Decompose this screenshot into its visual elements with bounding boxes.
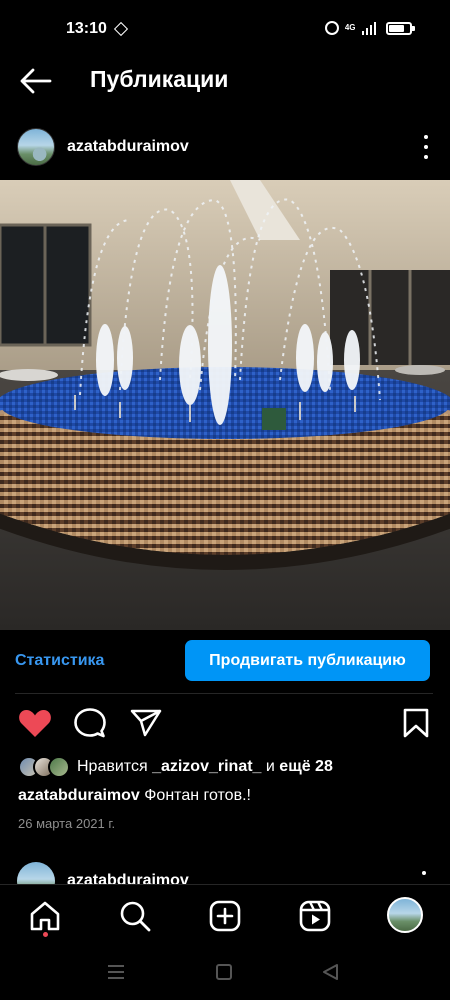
next-post-header: azatabduraimov [0, 862, 450, 884]
likes-prefix: Нравится [77, 758, 148, 775]
network-label: 4G [344, 23, 356, 32]
heart-filled-icon[interactable] [18, 708, 52, 743]
alarm-icon [324, 21, 339, 35]
caption: azatabduraimov Фонтан готов.! [18, 787, 251, 805]
divider [15, 693, 433, 694]
menu-icon[interactable] [107, 964, 125, 985]
post-username[interactable]: azatabduraimov [67, 138, 189, 156]
signal-icon [361, 21, 376, 35]
profile-avatar[interactable] [387, 897, 423, 933]
status-time: 13:10 [66, 20, 107, 37]
next-post-username[interactable]: azatabduraimov [67, 872, 189, 884]
avatar[interactable] [17, 128, 55, 166]
system-nav [0, 946, 450, 1000]
diamond-icon [113, 21, 129, 37]
promote-post-button[interactable]: Продвигать публикацию [185, 640, 430, 681]
more-vertical-icon[interactable] [422, 871, 426, 875]
reels-icon[interactable] [298, 899, 332, 933]
header: Публикации [0, 56, 450, 106]
home-icon[interactable] [28, 899, 62, 933]
avatar[interactable] [17, 862, 55, 884]
likes-rest[interactable]: ещё 28 [279, 758, 333, 775]
likes-middle: и [265, 758, 275, 775]
post-date: 26 марта 2021 г. [18, 816, 116, 831]
caption-username[interactable]: azatabduraimov [18, 787, 140, 804]
more-vertical-icon[interactable] [422, 135, 430, 159]
fountain-photo[interactable] [0, 180, 450, 630]
arrow-left-icon[interactable] [18, 66, 54, 96]
status-icons: 4G [324, 21, 415, 35]
page-title: Публикации [90, 66, 229, 92]
likes-text: Нравится _azizov_rinat_ и ещё 28 [77, 758, 333, 776]
notification-dot [43, 932, 48, 937]
bookmark-icon[interactable] [403, 708, 429, 743]
statistics-link[interactable]: Статистика [15, 652, 104, 670]
new-post-icon[interactable] [208, 899, 242, 933]
share-icon[interactable] [130, 709, 162, 742]
post-header: azatabduraimov [0, 124, 450, 170]
likes-row[interactable]: Нравится _azizov_rinat_ и ещё 28 [18, 754, 333, 780]
home-square-icon[interactable] [215, 964, 233, 985]
search-icon[interactable] [118, 899, 152, 933]
bottom-nav [0, 884, 450, 946]
comment-icon[interactable] [74, 708, 106, 743]
liker-avatar [48, 756, 70, 778]
status-bar: 13:10 4G [0, 0, 450, 56]
likes-user[interactable]: _azizov_rinat_ [152, 758, 261, 775]
battery-icon [386, 21, 415, 35]
back-triangle-icon[interactable] [322, 964, 340, 985]
battery-fill [389, 24, 404, 32]
caption-text: Фонтан готов.! [144, 787, 251, 804]
